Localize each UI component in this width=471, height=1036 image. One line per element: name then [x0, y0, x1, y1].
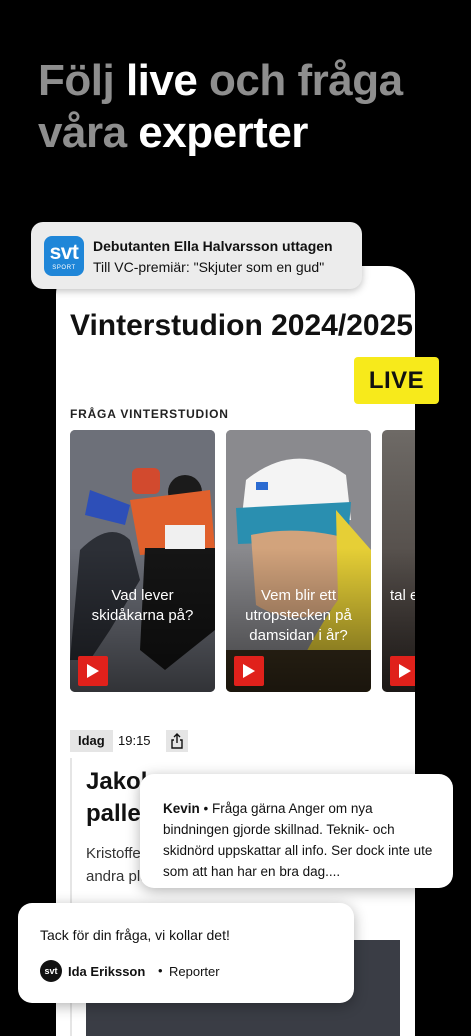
play-icon: [243, 664, 255, 678]
headline-part-1: Följ: [38, 56, 126, 105]
app-icon-logo: svt: [49, 241, 79, 264]
question-author: Kevin: [163, 801, 200, 816]
app-icon-sub: SPORT: [52, 265, 76, 271]
headline-part-2: live: [125, 56, 198, 105]
play-button[interactable]: [390, 656, 415, 686]
live-badge: LIVE: [354, 357, 439, 404]
video-card-2[interactable]: Vem blir ett utropstecken på damsidan i …: [226, 430, 371, 692]
push-notification[interactable]: svt SPORT Debutanten Ella Halvarsson utt…: [31, 222, 362, 289]
headline: Följ live och fråga våra experter: [38, 55, 458, 159]
share-button[interactable]: [166, 730, 188, 752]
answer-bubble: Tack för din fråga, vi kollar det! svt I…: [18, 903, 354, 1003]
section-label: FRÅGA VINTERSTUDION: [70, 407, 229, 421]
video-card-1[interactable]: Vad lever skidåkarna på?: [70, 430, 215, 692]
question-separator: •: [199, 801, 212, 816]
play-icon: [87, 664, 99, 678]
share-icon: [171, 733, 183, 749]
card-caption: Vad lever skidåkarna på?: [91, 587, 194, 624]
reporter-name: Ida Eriksson: [68, 964, 146, 979]
question-content: Kevin • Fråga gärna Anger om nya bindnin…: [163, 798, 438, 882]
notification-title: Debutanten Ella Halvarsson uttagen: [93, 238, 333, 254]
card-overlay: [226, 430, 371, 692]
video-card-3[interactable]: tal end: [382, 430, 415, 692]
headline-part-4: experter: [138, 108, 308, 157]
play-button[interactable]: [78, 656, 108, 686]
reporter-role: Reporter: [169, 964, 220, 979]
card-overlay: [382, 430, 415, 692]
play-button[interactable]: [234, 656, 264, 686]
answer-text: Tack för din fråga, vi kollar det!: [40, 927, 230, 943]
question-carousel[interactable]: Vad lever skidåkarna på? Vem blir ett ut…: [70, 430, 415, 692]
notification-text: Till VC-premiär: "Skjuter som en gud": [93, 259, 325, 275]
post-time: 19:15: [118, 733, 151, 748]
card-caption: Vem blir ett utropstecken på damsidan i …: [245, 587, 352, 644]
svt-sport-app-icon: svt SPORT: [44, 236, 84, 276]
separator-dot: •: [158, 963, 163, 978]
card-caption: tal end: [390, 587, 415, 604]
play-icon: [399, 664, 411, 678]
question-bubble: Kevin • Fråga gärna Anger om nya bindnin…: [140, 774, 453, 888]
avatar: svt: [40, 960, 62, 982]
day-badge: Idag: [70, 730, 113, 752]
page-title: Vinterstudion 2024/2025: [70, 309, 413, 342]
card-overlay: [70, 430, 215, 692]
